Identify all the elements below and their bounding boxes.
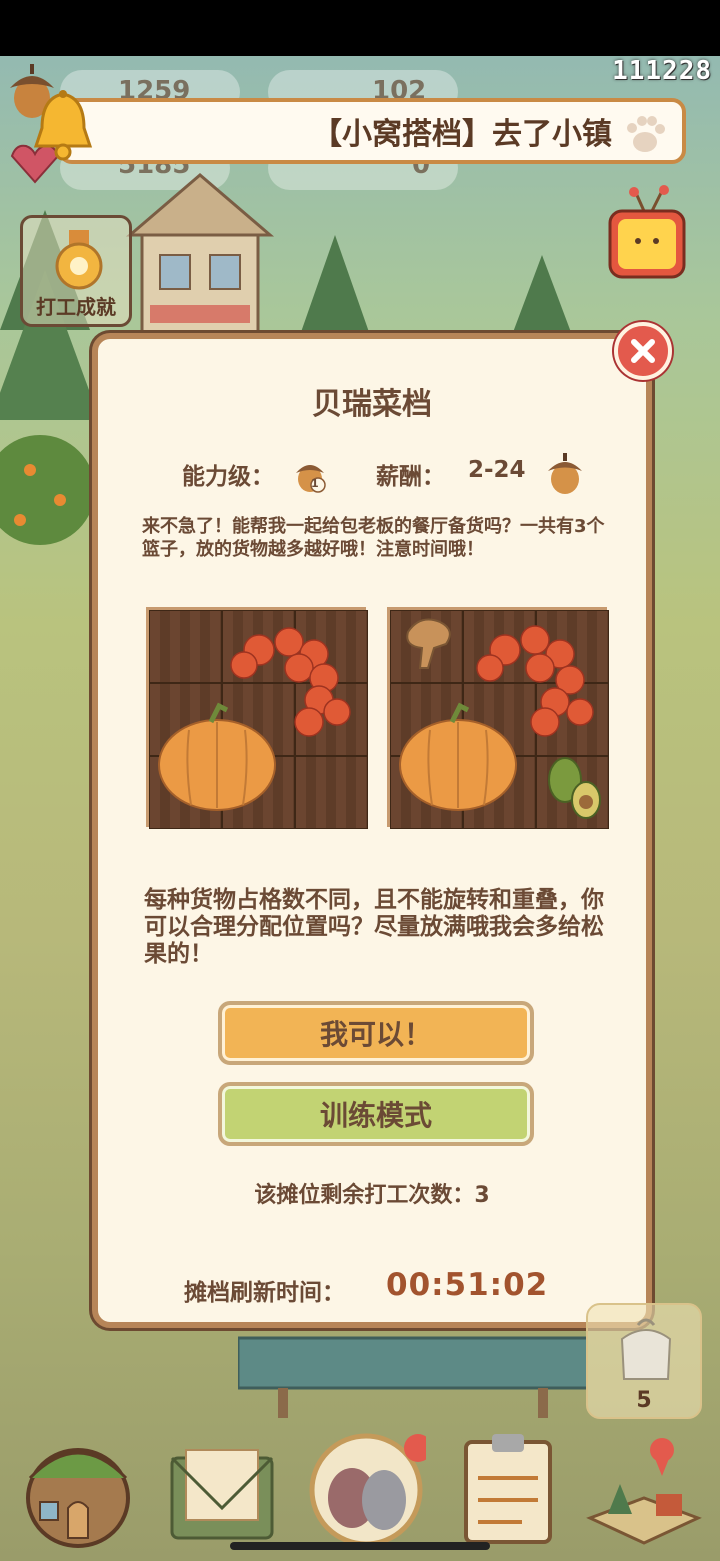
status-bar: [0, 0, 720, 56]
tree-illustration: [512, 255, 572, 335]
example-basket-1: [146, 607, 368, 829]
example-basket-2: [387, 607, 609, 829]
notice-text: 【小窝搭档】去了小镇: [312, 117, 612, 152]
rules-description: 每种货物占格数不同，且不能旋转和重叠，你可以合理分配位置吗？尽量放满哦我会多给松…: [144, 887, 604, 967]
training-mode-button[interactable]: 训练模式: [218, 1082, 534, 1146]
mail-icon[interactable]: [162, 1428, 282, 1548]
refresh-label: 摊档刷新时间：: [184, 1280, 345, 1306]
salary-value: 2-24: [468, 457, 526, 483]
bell-icon[interactable]: [28, 88, 98, 168]
job-description: 来不急了！能帮我一起给包老板的餐厅备货吗？一共有3个篮子，放的货物越多越好哦！注…: [142, 516, 605, 560]
package-button[interactable]: 5: [586, 1303, 702, 1419]
achievement-button[interactable]: 打工成就: [20, 215, 132, 327]
notice-banner[interactable]: 【小窝搭档】去了小镇: [58, 98, 686, 164]
house-illustration: [125, 173, 275, 347]
package-count: 5: [636, 1388, 652, 1413]
map-icon[interactable]: [584, 1428, 704, 1548]
acorn-level-icon: [296, 465, 326, 493]
home-indicator: [230, 1542, 490, 1550]
tasks-icon[interactable]: [452, 1428, 572, 1548]
ability-level: 1: [311, 477, 319, 490]
bottom-nav: [0, 1420, 720, 1561]
close-icon: [631, 339, 655, 363]
stall-illustration: [238, 1336, 588, 1418]
achievement-label: 打工成就: [36, 295, 116, 319]
accept-button[interactable]: 我可以！: [218, 1001, 534, 1065]
tree-illustration: [300, 235, 370, 335]
salary-label: 薪酬：: [376, 464, 445, 490]
remaining-count: 该摊位剩余打工次数：3: [254, 1183, 490, 1208]
paw-icon: [627, 116, 665, 152]
dialog-title: 贝瑞菜档: [312, 387, 432, 422]
produce-illustration: [158, 627, 351, 811]
medal-icon: [55, 230, 103, 290]
close-button[interactable]: [614, 322, 672, 380]
ability-label: 能力级：: [182, 464, 274, 490]
tv-icon[interactable]: [606, 185, 688, 290]
home-icon[interactable]: [18, 1428, 138, 1548]
user-id: 111228: [612, 56, 712, 86]
acorn-icon: [548, 453, 582, 494]
package-icon: [620, 1318, 672, 1380]
job-dialog: 贝瑞菜档 能力级： 1 薪酬： 2-24 来不急了！能帮我一起给包老板的餐厅备货…: [92, 333, 652, 1328]
friends-icon[interactable]: [306, 1428, 426, 1548]
produce-illustration: [399, 618, 601, 819]
refresh-timer: 00:51:02: [386, 1267, 549, 1303]
